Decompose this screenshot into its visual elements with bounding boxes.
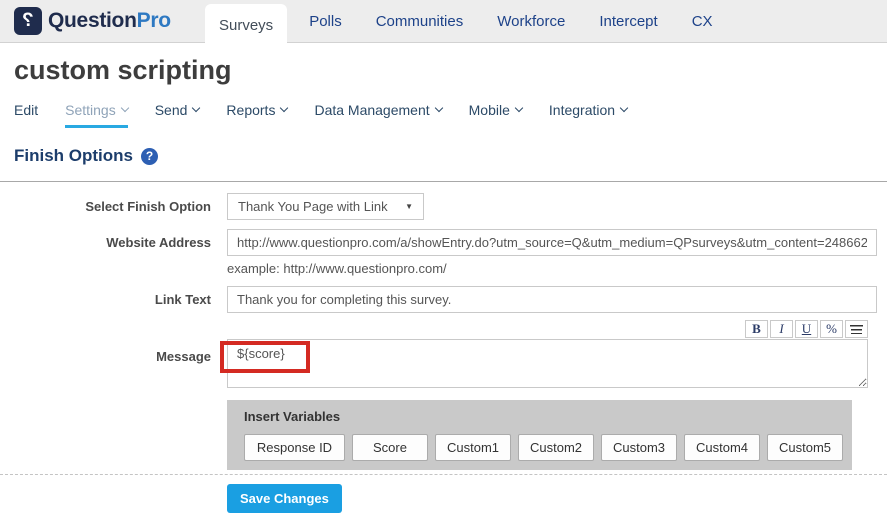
message-label: Message <box>0 339 211 364</box>
underline-icon: U <box>802 321 811 337</box>
chevron-down-icon <box>280 104 288 112</box>
subnav-label: Mobile <box>469 102 510 118</box>
tab-workforce[interactable]: Workforce <box>485 13 577 30</box>
subnav-item-data-management[interactable]: Data Management <box>314 102 441 125</box>
subnav-item-edit[interactable]: Edit <box>14 102 38 125</box>
subnav-label: Send <box>155 102 188 118</box>
subnav-item-settings[interactable]: Settings <box>65 102 128 128</box>
subnav-item-send[interactable]: Send <box>155 102 200 125</box>
finish-option-row: Select Finish Option Thank You Page with… <box>0 193 887 220</box>
section-divider <box>0 181 887 182</box>
chevron-down-icon <box>434 104 442 112</box>
chevron-down-icon <box>515 104 523 112</box>
chevron-down-icon <box>620 104 628 112</box>
variable-button-custom4[interactable]: Custom4 <box>684 434 760 461</box>
logo-text-question: Question <box>48 9 137 32</box>
dashed-divider <box>0 474 887 475</box>
page-title: custom scripting <box>14 55 887 86</box>
website-address-row: Website Address <box>0 229 887 256</box>
bold-icon: B <box>752 321 761 337</box>
survey-sub-nav: Edit Settings Send Reports Data Manageme… <box>14 102 887 128</box>
insert-variables-title: Insert Variables <box>244 409 852 424</box>
subnav-item-integration[interactable]: Integration <box>549 102 627 125</box>
link-icon: % <box>826 321 837 337</box>
message-row: Message ${score} <box>0 339 887 393</box>
variable-button-response-id[interactable]: Response ID <box>244 434 345 461</box>
website-address-input[interactable] <box>227 229 877 256</box>
website-address-example: example: http://www.questionpro.com/ <box>227 261 887 276</box>
finish-option-label: Select Finish Option <box>0 199 211 214</box>
variable-button-custom3[interactable]: Custom3 <box>601 434 677 461</box>
subnav-item-reports[interactable]: Reports <box>226 102 287 125</box>
insert-variables-buttons: Response ID Score Custom1 Custom2 Custom… <box>244 434 852 461</box>
bold-button[interactable]: B <box>745 320 768 338</box>
align-icon <box>850 325 863 334</box>
section-title: Finish Options <box>14 146 133 166</box>
website-address-label: Website Address <box>0 235 211 250</box>
link-text-input[interactable] <box>227 286 877 313</box>
logo-text-pro: Pro <box>137 9 171 32</box>
message-format-toolbar: B I U % <box>0 320 868 338</box>
italic-button[interactable]: I <box>770 320 793 338</box>
questionpro-logo-icon: ? <box>14 7 42 35</box>
questionpro-logo-text: QuestionPro <box>48 9 171 33</box>
subnav-label: Settings <box>65 102 116 118</box>
tab-cx[interactable]: CX <box>680 13 725 30</box>
link-button[interactable]: % <box>820 320 843 338</box>
questionpro-logo[interactable]: ? QuestionPro <box>14 7 200 35</box>
variable-button-custom1[interactable]: Custom1 <box>435 434 511 461</box>
subnav-label: Reports <box>226 102 275 118</box>
align-button[interactable] <box>845 320 868 338</box>
link-text-label: Link Text <box>0 292 211 307</box>
subnav-label: Edit <box>14 102 38 118</box>
link-text-row: Link Text <box>0 286 887 313</box>
finish-option-select[interactable]: Thank You Page with Link ▼ <box>227 193 424 220</box>
subnav-item-mobile[interactable]: Mobile <box>469 102 522 125</box>
help-icon[interactable]: ? <box>141 148 158 165</box>
underline-button[interactable]: U <box>795 320 818 338</box>
variable-button-custom5[interactable]: Custom5 <box>767 434 843 461</box>
message-textarea[interactable]: ${score} <box>227 339 868 388</box>
tab-surveys[interactable]: Surveys <box>205 4 287 48</box>
insert-variables-panel: Insert Variables Response ID Score Custo… <box>227 400 852 470</box>
variable-button-custom2[interactable]: Custom2 <box>518 434 594 461</box>
tab-intercept[interactable]: Intercept <box>587 13 669 30</box>
subnav-label: Data Management <box>314 102 429 118</box>
chevron-down-icon <box>192 104 200 112</box>
select-dropdown-arrow-icon: ▼ <box>405 202 413 211</box>
subnav-label: Integration <box>549 102 615 118</box>
italic-icon: I <box>779 321 783 337</box>
message-textarea-wrap: ${score} <box>227 339 868 393</box>
finish-option-selected-value: Thank You Page with Link <box>238 199 388 214</box>
save-changes-button[interactable]: Save Changes <box>227 484 342 513</box>
variable-button-score[interactable]: Score <box>352 434 428 461</box>
top-nav-tabs: Surveys Polls Communities Workforce Inte… <box>200 0 730 42</box>
tab-communities[interactable]: Communities <box>364 13 476 30</box>
tab-polls[interactable]: Polls <box>297 13 354 30</box>
top-nav: ? QuestionPro Surveys Polls Communities … <box>0 0 887 43</box>
section-header: Finish Options ? <box>14 146 887 166</box>
chevron-down-icon <box>120 104 128 112</box>
